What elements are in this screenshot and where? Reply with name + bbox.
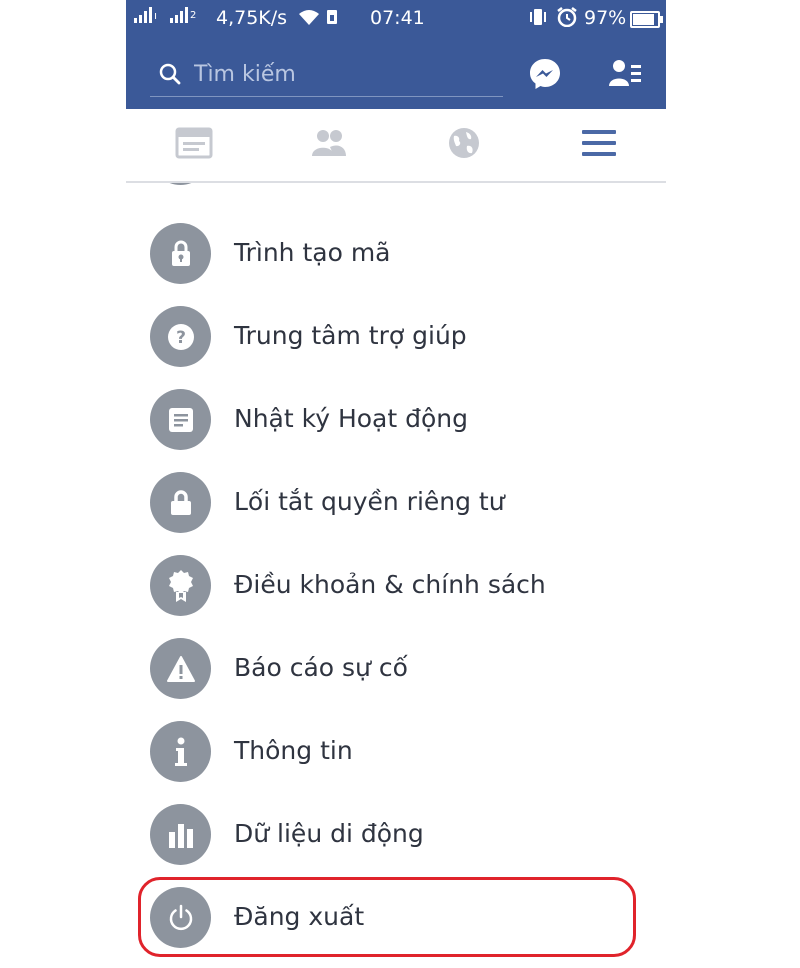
warning-icon	[150, 638, 211, 699]
menu-item-label: Trình tạo mã	[234, 238, 391, 267]
menu-item-code-generator[interactable]: Trình tạo mã	[126, 212, 666, 295]
search-input[interactable]	[192, 56, 496, 92]
hamburger-menu-icon	[581, 130, 616, 160]
battery-percent: 97%	[584, 7, 627, 29]
app-header	[126, 38, 666, 109]
menu-item-label: Trung tâm trợ giúp	[234, 321, 467, 350]
power-icon	[150, 887, 211, 948]
signal-icon: ı	[134, 7, 157, 23]
battery-icon	[630, 11, 663, 28]
padlock-icon	[150, 472, 211, 533]
menu-item-about[interactable]: Thông tin	[126, 710, 666, 793]
wifi-icon	[298, 8, 320, 26]
lock-icon	[150, 223, 211, 284]
activity-log-icon	[150, 389, 211, 450]
menu-item-icon	[150, 183, 211, 185]
menu-item-mobile-data[interactable]: Dữ liệu di động	[126, 793, 666, 876]
info-icon	[150, 721, 211, 782]
menu-item-terms-policies[interactable]: Điều khoản & chính sách	[126, 544, 666, 627]
messenger-icon[interactable]	[527, 56, 563, 92]
menu-item-label: Điều khoản & chính sách	[234, 570, 546, 599]
tab-friends[interactable]	[261, 109, 396, 181]
menu-item-privacy-shortcuts[interactable]: Lối tắt quyền riêng tư	[126, 461, 666, 544]
badge-icon	[150, 555, 211, 616]
menu-item-hidden[interactable]	[126, 183, 666, 196]
network-speed: 4,75K/s	[216, 7, 288, 29]
menu-item-label: Thông tin	[234, 736, 353, 765]
question-icon: ?	[150, 306, 211, 367]
alarm-icon	[556, 7, 578, 27]
menu-item-label: Báo cáo sự cố	[234, 653, 408, 682]
signal-icon-2: 2	[170, 7, 196, 23]
phone-screen: ı 2 4,75K/s 07:41 97% Tìm kiếm Trình tạo…	[126, 0, 666, 968]
globe-icon	[447, 126, 481, 164]
menu-item-label: Lối tắt quyền riêng tư	[234, 487, 505, 516]
news-feed-icon	[175, 127, 213, 163]
vibrate-icon	[528, 8, 548, 26]
search-bar[interactable]	[150, 52, 503, 97]
friend-requests-icon[interactable]	[608, 56, 644, 92]
menu-item-label: Dữ liệu di động	[234, 819, 424, 848]
clock: 07:41	[370, 7, 425, 29]
tab-bar	[126, 109, 666, 183]
svg-text:?: ?	[176, 328, 186, 348]
menu-item-label: Đăng xuất	[234, 902, 365, 931]
menu-item-help-center[interactable]: ? Trung tâm trợ giúp	[126, 295, 666, 378]
friends-icon	[310, 128, 348, 162]
menu-item-activity-log[interactable]: Nhật ký Hoạt động	[126, 378, 666, 461]
menu-item-report-problem[interactable]: Báo cáo sự cố	[126, 627, 666, 710]
tab-menu[interactable]	[531, 109, 666, 181]
tab-notifications[interactable]	[396, 109, 531, 181]
status-bar: ı 2 4,75K/s 07:41 97%	[126, 0, 666, 38]
menu-item-log-out[interactable]: Đăng xuất	[126, 876, 666, 959]
sim-icon	[326, 9, 338, 25]
bar-chart-icon	[150, 804, 211, 865]
search-icon[interactable]	[158, 62, 182, 90]
menu-list: Trình tạo mã ? Trung tâm trợ giúp Nhật k…	[126, 183, 666, 968]
tab-news-feed[interactable]	[126, 109, 261, 181]
menu-item-label: Nhật ký Hoạt động	[234, 404, 468, 433]
